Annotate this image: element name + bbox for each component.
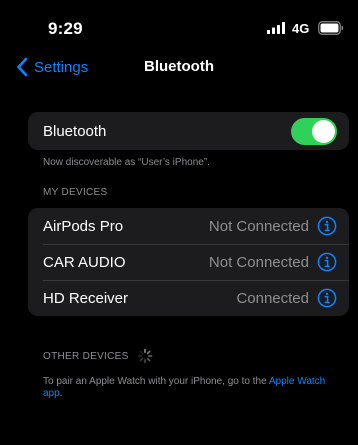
my-devices-header: MY DEVICES — [43, 187, 108, 198]
pairing-note-end: . — [59, 388, 63, 399]
other-devices-label: OTHER DEVICES — [43, 350, 129, 362]
page-title: Bluetooth — [144, 58, 214, 75]
toggle-knob — [312, 119, 335, 143]
battery-icon — [318, 21, 344, 35]
bluetooth-toggle-switch[interactable] — [291, 117, 337, 145]
bluetooth-toggle-row: Bluetooth — [28, 112, 349, 150]
device-row-airpods-pro[interactable]: AirPods Pro Not Connected — [28, 208, 349, 244]
pairing-note-text: To pair an Apple Watch with your iPhone,… — [43, 376, 269, 387]
apple-watch-pairing-note: To pair an Apple Watch with your iPhone,… — [43, 376, 343, 400]
info-circle-icon[interactable] — [317, 288, 337, 308]
other-devices-header: OTHER DEVICES — [43, 348, 153, 364]
status-bar: 9:29 4G — [0, 0, 358, 44]
info-circle-icon[interactable] — [317, 252, 337, 272]
device-name: AirPods Pro — [43, 217, 124, 235]
info-circle-icon[interactable] — [317, 216, 337, 236]
my-devices-list: AirPods Pro Not Connected CAR AUDIO Not … — [28, 208, 349, 316]
device-name: CAR AUDIO — [43, 253, 126, 271]
status-time: 9:29 — [48, 19, 83, 38]
device-row-car-audio[interactable]: CAR AUDIO Not Connected — [28, 244, 349, 280]
cellular-signal-icon — [267, 22, 285, 34]
device-status: Not Connected — [208, 253, 309, 271]
bluetooth-toggle-label: Bluetooth — [43, 122, 107, 140]
navigation-bar: Settings Bluetooth — [0, 50, 358, 84]
device-status: Connected — [236, 289, 309, 307]
activity-spinner-icon — [137, 348, 152, 364]
device-status: Not Connected — [208, 217, 309, 235]
device-name: HD Receiver — [43, 289, 129, 307]
device-row-hd-receiver[interactable]: HD Receiver Connected — [28, 280, 349, 316]
discoverable-note: Now discoverable as “User’s iPhone”. — [43, 157, 210, 168]
bluetooth-toggle-group: Bluetooth — [28, 112, 349, 150]
network-type-label: 4G — [292, 21, 310, 36]
